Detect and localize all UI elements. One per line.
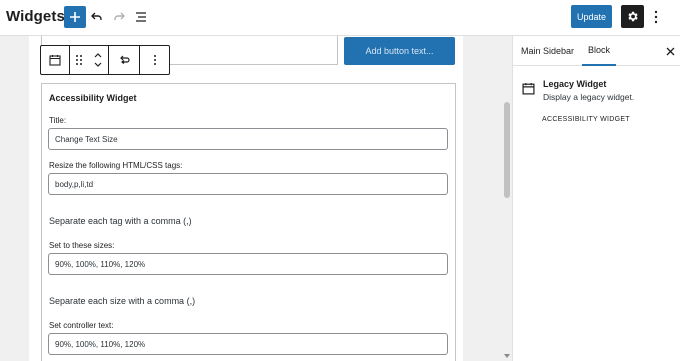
options-button[interactable] [650, 8, 662, 26]
controller-input[interactable]: 90%, 100%, 110%, 120% [48, 333, 448, 355]
settings-sidebar: Main Sidebar Block Legacy Widget Display… [512, 36, 680, 361]
undo-button[interactable] [88, 8, 106, 26]
header-toolbar: Widgets Update [0, 0, 680, 36]
move-controls [70, 46, 109, 74]
widget-name: Accessibility Widget [49, 93, 137, 103]
more-vertical-icon [654, 10, 658, 24]
calendar-icon [49, 55, 61, 66]
more-vertical-icon [153, 55, 156, 65]
sizes-note: Separate each size with a comma (,) [49, 296, 196, 306]
widget-type-label: ACCESSIBILITY WIDGET [542, 116, 630, 123]
tags-label: Resize the following HTML/CSS tags: [49, 161, 183, 170]
plus-icon [70, 12, 80, 22]
block-toolbar [40, 45, 170, 75]
calendar-icon [522, 83, 535, 95]
transform-button[interactable] [109, 46, 140, 74]
update-button[interactable]: Update [571, 5, 612, 28]
redo-icon [114, 12, 125, 20]
redo-button[interactable] [110, 8, 128, 26]
sidebar-tabs: Main Sidebar Block [513, 36, 680, 66]
block-card-description: Display a legacy widget. [543, 92, 635, 102]
legacy-widget-form: Accessibility Widget Title: Change Text … [41, 83, 456, 361]
list-view-button[interactable] [132, 8, 150, 26]
canvas-scrollbar[interactable] [502, 36, 512, 361]
tags-note: Separate each tag with a comma (,) [49, 216, 192, 226]
title-input[interactable]: Change Text Size [48, 128, 448, 150]
drag-handle-icon[interactable] [75, 54, 83, 66]
controller-label: Set controller text: [49, 321, 114, 330]
tags-input[interactable]: body,p,li,td [48, 173, 448, 195]
block-type-button[interactable] [41, 46, 70, 74]
list-view-icon [136, 12, 146, 22]
tab-main-sidebar[interactable]: Main Sidebar [515, 36, 580, 66]
scroll-thumb[interactable] [504, 102, 510, 198]
add-button-text-button[interactable]: Add button text... [344, 37, 455, 65]
undo-icon [91, 12, 102, 20]
title-label: Title: [49, 116, 67, 125]
gear-icon [628, 11, 638, 22]
sizes-input[interactable]: 90%, 100%, 110%, 120% [48, 253, 448, 275]
close-icon [666, 47, 674, 55]
scroll-down-arrow-icon[interactable] [504, 354, 510, 358]
settings-button[interactable] [621, 5, 644, 28]
close-sidebar-button[interactable] [663, 44, 677, 58]
block-card-title: Legacy Widget [543, 79, 607, 89]
transform-icon [120, 55, 130, 64]
block-options-button[interactable] [140, 46, 169, 74]
page-title: Widgets [6, 8, 65, 25]
add-block-button[interactable] [64, 6, 86, 28]
tab-block[interactable]: Block [582, 36, 617, 66]
move-up-down-icon[interactable] [93, 51, 103, 69]
sizes-label: Set to these sizes: [49, 241, 115, 250]
